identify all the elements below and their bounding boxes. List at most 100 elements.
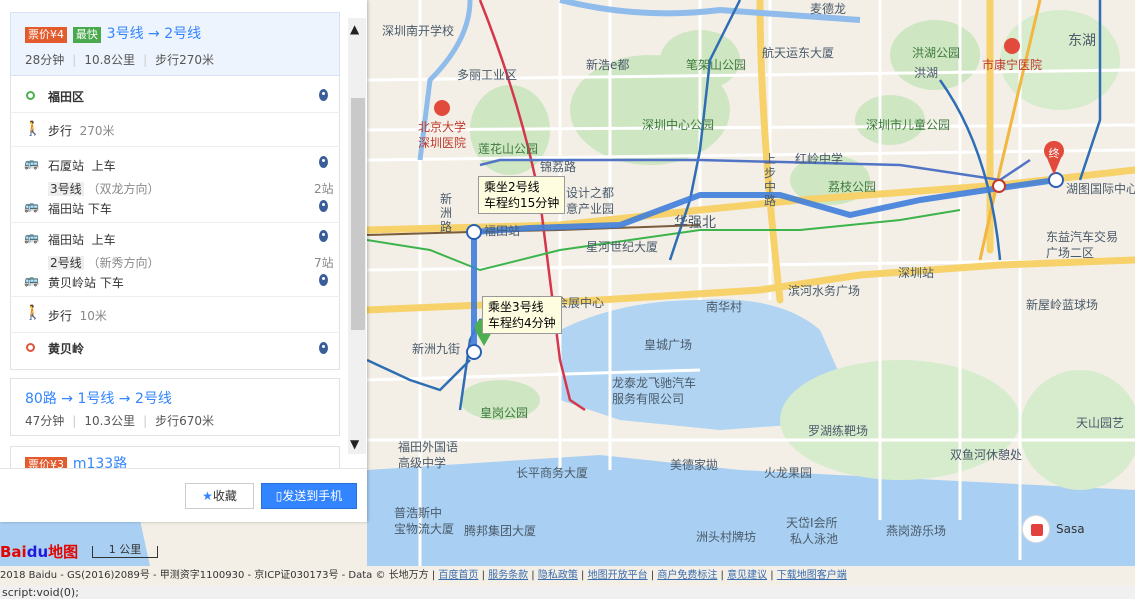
map-label: 高级中学 (398, 456, 447, 470)
map-label: 东益汽车交易 (1046, 230, 1119, 244)
collect-button[interactable]: ★收藏 (185, 483, 254, 509)
map-label: 新洲九街 (412, 342, 461, 356)
route-distance: 10.3公里 (84, 414, 136, 428)
status-bar: script:void(0); (0, 586, 1135, 599)
footer-link[interactable]: 地图开放平台 (588, 570, 648, 581)
send-to-phone-button[interactable]: ▯发送到手机 (261, 483, 357, 509)
map-label: 滨河水务广场 (788, 284, 861, 298)
route-card-1[interactable]: 票价¥4 最快 3号线 → 2号线 28分钟 | 10.8公里 | 步行270米 (10, 12, 340, 76)
copyright-text: 2018 Baidu - GS(2016)2089号 - 甲测资字1100930… (0, 570, 436, 581)
footer-link[interactable]: 百度首页 (438, 570, 478, 581)
bus-icon: 🚌 (24, 199, 39, 213)
location-pin-icon[interactable] (319, 200, 328, 212)
map-label: 新屋岭蓝球场 (1026, 298, 1099, 312)
board-step-2: 福田站 上车 (48, 231, 116, 248)
route-distance: 10.8公里 (84, 53, 136, 67)
scale-bar: 1 公里 (92, 543, 158, 558)
map-label: 华强北 (674, 215, 716, 231)
map-label: 洪湖 (914, 66, 939, 80)
collect-label: 收藏 (212, 489, 237, 503)
fastest-badge: 最快 (72, 27, 101, 43)
map-label: 福田站 (484, 224, 521, 238)
location-pin-icon[interactable] (319, 230, 328, 242)
destination-dot-icon (26, 343, 35, 352)
map-label: 龙泰龙飞驰汽车 (612, 376, 697, 390)
sasa-label: Sasa (1056, 522, 1085, 536)
map-label: 麦德龙 (810, 2, 847, 16)
map-label: 新浩e都 (586, 58, 630, 72)
footer-link[interactable]: 下载地图客户端 (777, 570, 847, 581)
divider (10, 112, 340, 113)
map-footer: 2018 Baidu - GS(2016)2089号 - 甲测资字1100930… (0, 570, 847, 581)
map-label: 意产业园 (566, 202, 615, 216)
route-walk: 步行270米 (155, 53, 215, 67)
location-pin-icon[interactable] (319, 89, 328, 101)
board-station: 石厦站 (48, 159, 85, 173)
map-label: 长平商务大厦 (516, 466, 589, 480)
route-duration: 28分钟 (25, 53, 65, 67)
end-marker-label: 终 (1049, 146, 1060, 160)
alight-step-2: 黄贝岭站 下车 (48, 276, 124, 290)
location-pin-icon[interactable] (319, 342, 328, 354)
map-label: 腾邦集团大厦 (464, 524, 537, 538)
tooltip-line: 乘坐2号线 (484, 180, 540, 194)
walk-step: 步行 10米 (48, 307, 107, 324)
footer-link[interactable]: 隐私政策 (538, 570, 578, 581)
walk-step: 步行 270米 (48, 122, 115, 139)
map-label: 航天运东大厦 (762, 46, 835, 60)
line-step-2: 2号线 （新秀方向） (48, 254, 159, 271)
star-icon: ★ (202, 489, 213, 503)
line-name[interactable]: 2号线 (48, 256, 84, 270)
location-pin-icon[interactable] (319, 156, 328, 168)
route-card-3[interactable]: 票价¥3 m133路 (10, 446, 340, 473)
alight-step-1: 福田站 下车 (48, 202, 112, 216)
map-label: 天山园艺 (1076, 416, 1125, 430)
board-action: 上车 (91, 233, 116, 247)
scroll-up-icon[interactable]: ▲ (350, 22, 359, 36)
board-action: 上车 (91, 159, 116, 173)
baidu-logo[interactable]: Baidu地图 (0, 541, 78, 562)
route-steps (10, 76, 340, 370)
line-name[interactable]: 3号线 (48, 182, 84, 196)
line-direction: （双龙方向） (87, 182, 160, 196)
map-label: 皇岗公园 (480, 406, 529, 420)
stop-count: 7站 (314, 256, 334, 270)
logo-du: du (26, 543, 49, 561)
walk-icon: 🚶 (24, 121, 42, 137)
map-label: 湖图国际中心 (1066, 182, 1135, 196)
scale-label: 1 公里 (108, 543, 142, 556)
route-duration: 47分钟 (25, 414, 65, 428)
map-label: 锦荔路 (540, 160, 577, 174)
send-label: 发送到手机 (282, 489, 343, 503)
footer-link[interactable]: 意见建议 (727, 570, 767, 581)
map-label: 设计之都 (566, 186, 615, 200)
origin-dot-icon (26, 91, 35, 100)
location-pin-icon[interactable] (319, 274, 328, 286)
tooltip-duration: 车程约15分钟 (484, 196, 560, 210)
map-label: 普浩斯中 (394, 506, 443, 520)
footer-link[interactable]: 商户免费标注 (657, 570, 717, 581)
map-label: 罗湖练靶场 (808, 424, 869, 438)
line-direction: （新秀方向） (87, 256, 160, 270)
map-label: 南华村 (706, 300, 743, 314)
map-label: 东湖 (1068, 33, 1096, 49)
route-title[interactable]: 80路 → 1号线 → 2号线 (25, 388, 172, 408)
route-walk: 步行670米 (155, 414, 215, 428)
map-label: 洪湖公园 (912, 46, 961, 60)
footer-link[interactable]: 服务条款 (488, 570, 528, 581)
board-step-1: 石厦站 上车 (48, 157, 116, 174)
map-label: 北京大学 (418, 120, 467, 134)
map-label: 市康宁医院 (982, 58, 1043, 72)
scrollbar-thumb[interactable] (351, 98, 365, 330)
map-label: 私人泳池 (790, 532, 839, 546)
map-label: 红岭中学 (795, 152, 844, 166)
sasa-poi-icon[interactable] (1022, 515, 1050, 543)
route-card-2[interactable]: 80路 → 1号线 → 2号线 47分钟 | 10.3公里 | 步行670米 (10, 378, 340, 436)
scroll-down-icon[interactable]: ▼ (350, 437, 359, 451)
map-label: 洲头村牌坊 (696, 530, 757, 544)
map-label: 双鱼河休憩处 (950, 448, 1023, 462)
map-label: 美德家拋 (670, 458, 719, 472)
map-label: 深圳医院 (418, 136, 467, 150)
route-title[interactable]: 3号线 → 2号线 (107, 26, 201, 42)
map-label: 福田外国语 (398, 440, 459, 454)
